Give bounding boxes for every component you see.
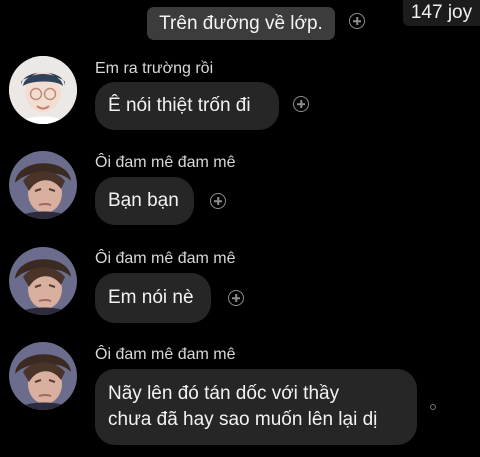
avatar-image	[9, 56, 77, 124]
sender-name: Ôi đam mê đam mê	[95, 154, 236, 171]
message-bubble[interactable]: Bạn bạn	[95, 177, 194, 225]
message-bubble[interactable]: Nãy lên đó tán dốc với thầy chưa đã hay …	[95, 369, 417, 445]
sender-name: Ôi đam mê đam mê	[95, 250, 236, 267]
add-reaction-icon[interactable]	[293, 96, 309, 112]
add-reaction-icon[interactable]	[210, 193, 226, 209]
message-bubble[interactable]: Em nói nè	[95, 273, 211, 323]
add-reaction-icon[interactable]	[228, 290, 244, 306]
avatar-image	[9, 151, 77, 219]
avatar[interactable]	[9, 151, 77, 219]
sent-message-bubble[interactable]: Trên đường về lớp.	[147, 7, 335, 40]
avatar-image	[9, 247, 77, 315]
message-bubble[interactable]: Ê nói thiệt trốn đi	[95, 82, 279, 130]
add-reaction-icon[interactable]	[349, 13, 365, 29]
avatar-image	[9, 342, 77, 410]
message-line: chưa đã hay sao muốn lên lại dị	[108, 409, 378, 430]
joy-counter: 147 joy	[403, 0, 480, 26]
avatar[interactable]	[9, 342, 77, 410]
avatar[interactable]	[9, 56, 77, 124]
read-receipt-indicator	[430, 404, 436, 410]
sender-name: Em ra trường rồi	[95, 60, 214, 77]
avatar[interactable]	[9, 247, 77, 315]
sender-name: Ôi đam mê đam mê	[95, 346, 236, 363]
message-line: Nãy lên đó tán dốc với thầy	[108, 383, 340, 404]
